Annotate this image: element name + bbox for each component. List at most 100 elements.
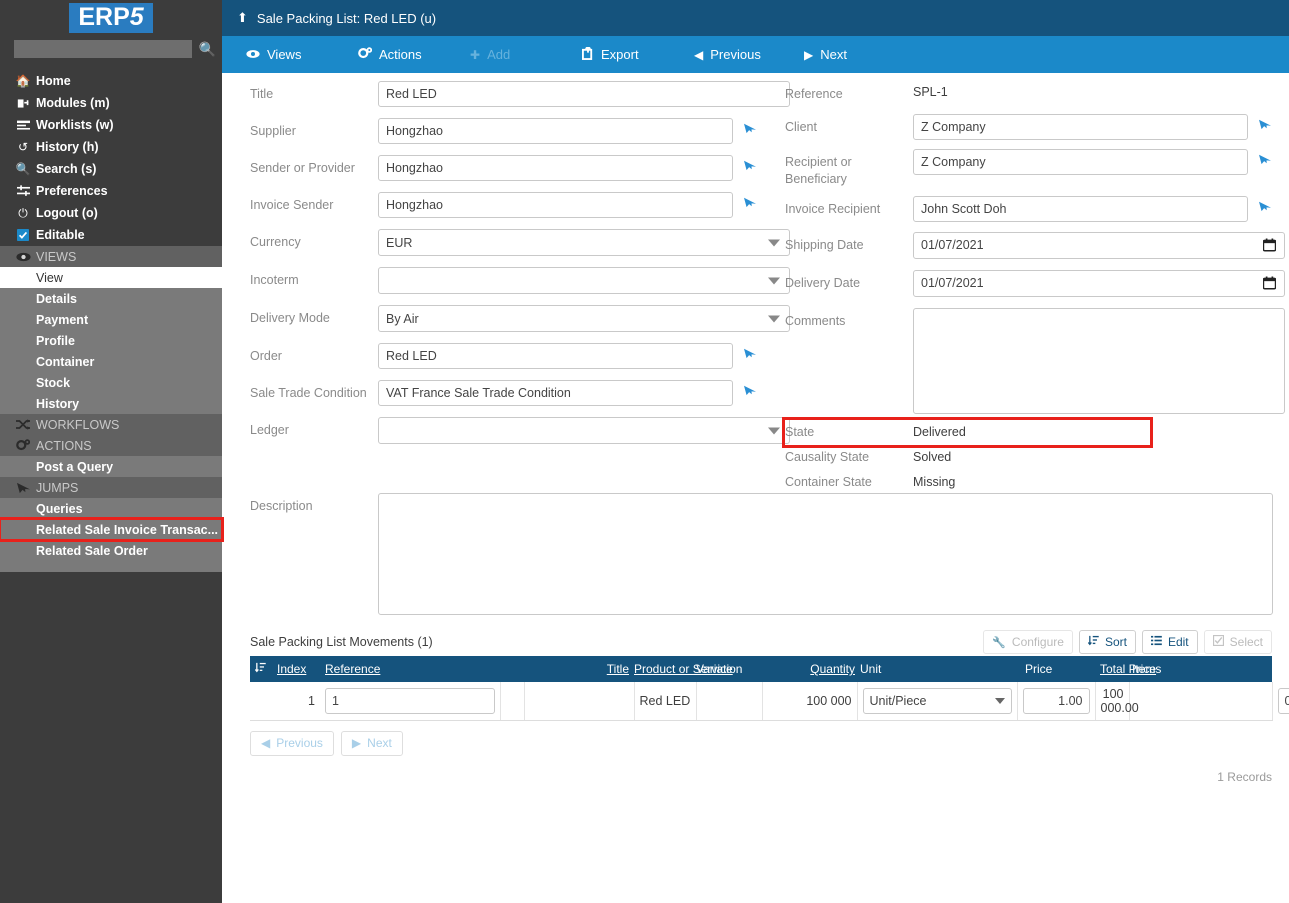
state-value: Delivered (913, 425, 966, 440)
jump-plane-icon[interactable] (743, 192, 757, 210)
comments-textarea[interactable] (913, 307, 1285, 414)
sort-header-icon-cell[interactable] (250, 656, 272, 682)
button-label: Select (1229, 635, 1263, 649)
sidebar-item-profile[interactable]: Profile (0, 330, 222, 351)
jump-plane-icon[interactable] (743, 155, 757, 173)
sidebar-item-logout[interactable]: ⏻ Logout (o) (0, 202, 222, 224)
jump-plane-icon[interactable] (743, 343, 757, 361)
sidebar-group-jumps[interactable]: JUMPS (0, 477, 222, 498)
delivery-date-input[interactable]: 01/07/2021 (913, 269, 1285, 297)
sidebar-item-label: Related Sale Order (36, 543, 148, 558)
listbox-header: Sale Packing List Movements (1) 🔧 Config… (250, 628, 1272, 656)
sidebar-item-view[interactable]: View (0, 267, 222, 288)
shipping-date-input[interactable]: 01/07/2021 (913, 231, 1285, 259)
sidebar-item-modules[interactable]: Modules (m) (0, 92, 222, 114)
listbox-next-button[interactable]: ▶ Next (340, 730, 403, 756)
sidebar-item-payment[interactable]: Payment (0, 309, 222, 330)
sidebar-group-workflows[interactable]: WORKFLOWS (0, 414, 222, 435)
ledger-select[interactable] (378, 417, 790, 444)
toolbar-previous-button[interactable]: ◀ Previous (682, 47, 792, 62)
arrow-up-icon[interactable]: ⬆ (237, 10, 248, 26)
client-input[interactable] (913, 113, 1248, 140)
toolbar-views-button[interactable]: Views (234, 47, 346, 62)
field-label: Invoice Recipient (785, 201, 881, 216)
column-header-product-or-service[interactable]: Product or Service (634, 656, 733, 682)
currency-select[interactable]: EUR (378, 229, 790, 256)
container-state-value: Missing (913, 475, 956, 490)
listbox-previous-button[interactable]: ◀ Previous (250, 730, 334, 756)
toolbar-export-button[interactable]: Export (570, 45, 682, 63)
cell-variation (696, 682, 763, 721)
toolbar-actions-button[interactable]: Actions (346, 46, 458, 63)
description-textarea[interactable] (378, 493, 1273, 615)
cell-row-selector[interactable] (250, 682, 272, 721)
sidebar-item-label: Details (36, 291, 77, 306)
calendar-icon[interactable] (1262, 238, 1277, 252)
jump-plane-icon[interactable] (1258, 114, 1272, 132)
sale-trade-condition-input[interactable] (378, 380, 733, 406)
sidebar-item-label: Preferences (36, 184, 108, 198)
search-icon[interactable]: 🔍 (199, 42, 216, 56)
unit-cell-select[interactable]: Unit/Piece (862, 687, 1012, 714)
chevron-down-icon (768, 239, 780, 246)
sidebar-item-history[interactable]: ↺ History (h) (0, 136, 222, 158)
search-input[interactable] (14, 40, 192, 58)
invoice-recipient-input[interactable] (913, 195, 1248, 222)
field-label: Delivery Date (785, 275, 861, 290)
sidebar-item-queries[interactable]: Queries (0, 498, 222, 519)
jump-plane-icon[interactable] (743, 118, 757, 136)
supplier-input[interactable] (378, 118, 733, 144)
sidebar-search-row: 🔍 (0, 36, 222, 62)
listbox-title: Sale Packing List Movements (1) (250, 635, 433, 649)
logo[interactable]: ERP5 (0, 0, 222, 36)
sidebar-item-worklists[interactable]: Worklists (w) (0, 114, 222, 136)
invoice-sender-input[interactable] (378, 192, 733, 218)
sidebar-item-container[interactable]: Container (0, 351, 222, 372)
edit-button[interactable]: Edit (1141, 630, 1198, 654)
sidebar: ERP5 🔍 🏠 Home Modules (m) Worklists (w) … (0, 0, 224, 903)
column-header-quantity[interactable]: Quantity (762, 656, 857, 682)
sidebar-group-actions[interactable]: ACTIONS (0, 435, 222, 456)
column-header-reference[interactable]: Reference (320, 656, 500, 682)
sidebar-group-views[interactable]: VIEWS (0, 246, 222, 267)
logo-text: ERP (78, 2, 130, 31)
history-icon: ↺ (17, 140, 29, 154)
sidebar-item-related-sale-invoice-transaction[interactable]: Related Sale Invoice Transac... (0, 517, 224, 542)
jump-plane-icon[interactable] (1258, 149, 1272, 167)
reference-cell-input[interactable] (325, 687, 495, 714)
form-right-column: Reference SPL-1 Client Z Company Recipie… (782, 81, 1285, 495)
sidebar-item-stock[interactable]: Stock (0, 372, 222, 393)
field-sale-trade-condition: Sale Trade Condition (250, 380, 790, 406)
sidebar-item-post-a-query[interactable]: Post a Query (0, 456, 222, 477)
title-input[interactable] (378, 81, 790, 107)
action-toolbar: Views Actions ✚ Add Export ◀ Previous ▶ … (222, 36, 1289, 73)
column-header-title[interactable]: Title (524, 656, 634, 682)
jump-plane-icon[interactable] (1258, 196, 1272, 214)
table-row: 1 Red LED 100 000 Unit/Piece (250, 682, 1289, 721)
sort-button[interactable]: Sort (1078, 630, 1136, 654)
sidebar-item-home[interactable]: 🏠 Home (0, 70, 222, 92)
delivery-mode-select[interactable]: By Air (378, 305, 790, 332)
column-header-index[interactable]: Index (272, 656, 320, 682)
sort-icon[interactable] (254, 662, 266, 676)
column-header-total-price[interactable]: Total Price (1095, 656, 1156, 682)
listbox-buttons: 🔧 Configure Sort Edit Select (983, 630, 1272, 654)
incoterm-select[interactable] (378, 267, 790, 294)
sidebar-item-details[interactable]: Details (0, 288, 222, 309)
order-input[interactable] (378, 343, 733, 369)
delivery-date-cell-input[interactable]: 01/07/2021 (1277, 687, 1289, 714)
price-cell-input[interactable] (1022, 687, 1090, 714)
sidebar-item-related-sale-order[interactable]: Related Sale Order (0, 540, 222, 561)
jump-plane-icon[interactable] (743, 380, 757, 398)
checkbox-checked-icon[interactable] (10, 229, 36, 241)
calendar-icon[interactable] (1262, 276, 1277, 290)
toolbar-next-button[interactable]: ▶ Next (792, 47, 902, 62)
sidebar-item-editable[interactable]: Editable (0, 224, 222, 246)
checkbox-icon (1212, 634, 1224, 649)
recipient-or-beneficiary-input[interactable] (913, 148, 1248, 175)
sidebar-item-history-view[interactable]: History (0, 393, 222, 414)
sender-or-provider-input[interactable] (378, 155, 733, 181)
sidebar-item-preferences[interactable]: Preferences (0, 180, 222, 202)
sidebar-item-label: Worklists (w) (36, 118, 114, 132)
sidebar-item-search[interactable]: 🔍 Search (s) (0, 158, 222, 180)
